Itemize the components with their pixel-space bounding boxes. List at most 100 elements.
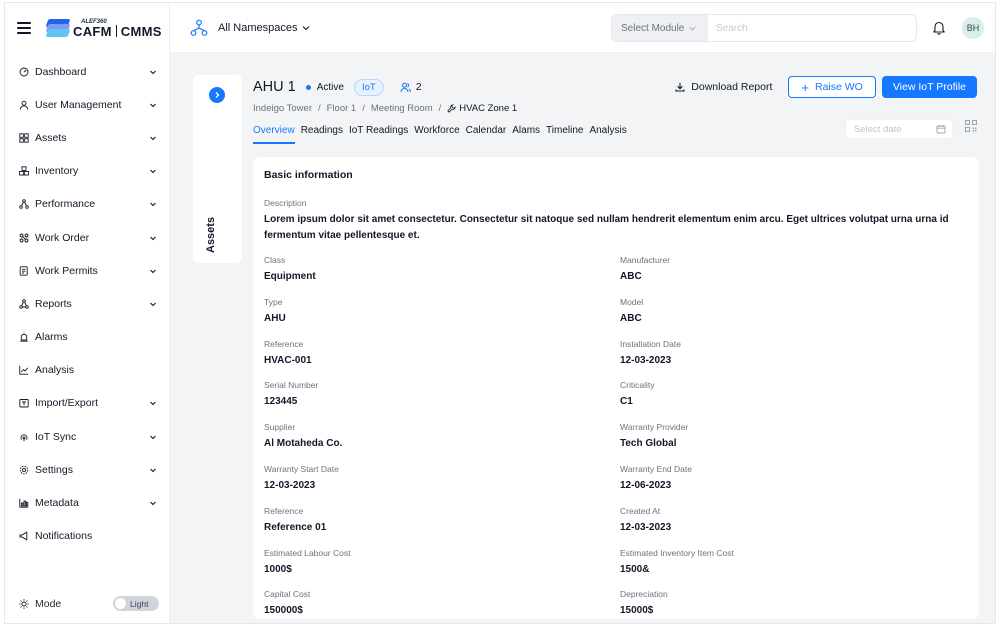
tab-iot-readings[interactable]: IoT Readings [349, 125, 408, 142]
field-value: ABC [620, 312, 642, 324]
field-label: Type [264, 296, 283, 307]
wrench-icon [447, 103, 456, 113]
download-report-button[interactable]: Download Report [675, 81, 772, 93]
module-select[interactable]: Select Module [612, 15, 708, 41]
sidebar-item-work-order[interactable]: Work Order [5, 221, 169, 254]
field-value: AHU [264, 312, 286, 324]
field-label: Manufacturer [620, 255, 671, 265]
sidebar-item-work-permits[interactable]: Work Permits [5, 254, 169, 287]
field-label: Installation Date [620, 338, 681, 349]
chevron-down-icon [150, 435, 156, 439]
raise-wo-button[interactable]: + Raise WO [788, 76, 876, 98]
sidebar-item-reports[interactable]: Reports [5, 287, 169, 320]
sidebar-item-label: Alarms [35, 331, 68, 344]
chevron-down-icon [150, 302, 156, 307]
app-logo: ALEF360 CAFM CMMS [45, 19, 162, 39]
sidebar-item-settings[interactable]: Settings [5, 453, 169, 486]
field-installation-date: Installation Date 12-03-2023 [620, 339, 950, 366]
breadcrumb-item[interactable]: Indeigo Tower [253, 103, 312, 114]
field-value: 1000$ [264, 563, 292, 575]
sidebar-item-assets[interactable]: Assets [5, 121, 169, 154]
iot-sync-icon [19, 432, 29, 442]
tab-calendar[interactable]: Calendar [466, 125, 507, 142]
sidebar-item-dashboard[interactable]: Dashboard [5, 55, 169, 88]
sidebar-item-performance[interactable]: Performance [5, 188, 169, 221]
field-class: Class Equipment [264, 255, 594, 282]
sidebar-item-user-management[interactable]: User Management [5, 88, 169, 121]
chevron-down-icon [150, 402, 156, 406]
sidebar-item-iot-sync[interactable]: IoT Sync [5, 420, 169, 453]
notifications-icon [19, 531, 29, 541]
field-value: 123445 [264, 396, 298, 408]
field-value: Tech Global [620, 438, 677, 450]
plus-icon: + [801, 79, 809, 95]
assigned-users-badge[interactable]: 2 [393, 79, 428, 95]
field-value: Al Motaheda Co. [264, 438, 343, 450]
field-label: Warranty Provider [620, 422, 689, 433]
field-reference: Reference HVAC-001 [264, 339, 594, 366]
sidebar-item-notifications[interactable]: Notifications [5, 520, 169, 553]
sidebar-item-metadata[interactable]: Metadata [5, 486, 169, 519]
toggle-knob [115, 598, 126, 609]
theme-toggle[interactable]: Light [113, 596, 159, 611]
sidebar-item-label: Dashboard [35, 65, 87, 78]
field-label: Warranty Start Date [264, 464, 339, 474]
asset-detail: AHU 1 Active IoT 2 Download Report + Rai… [253, 75, 979, 623]
asset-tabs: Overview Readings IoT Readings Workforce Cal… [253, 119, 977, 149]
user-icon [19, 100, 29, 110]
view-iot-profile-button[interactable]: View IoT Profile [881, 76, 977, 98]
field-value: 15000$ [620, 605, 654, 617]
sidebar-item-analysis[interactable]: Analysis [5, 354, 169, 387]
field-label: Criticality [620, 380, 655, 391]
description-label: Description [264, 198, 307, 208]
breadcrumb-separator: / [438, 102, 442, 114]
tab-readings[interactable]: Readings [301, 125, 343, 142]
expand-panel-button[interactable] [209, 87, 225, 103]
settings-icon [19, 465, 29, 475]
module-select-label: Select Module [621, 22, 685, 34]
description-value: Lorem ipsum dolor sit amet consectetur. … [264, 214, 949, 241]
sidebar-item-label: IoT Sync [35, 430, 77, 443]
tab-alams[interactable]: Alams [512, 125, 540, 142]
dashboard-icon [19, 67, 29, 77]
collapsed-assets-panel: Assets [193, 75, 242, 263]
tab-analysis[interactable]: Analysis [589, 125, 626, 142]
namespace-selector[interactable]: All Namespaces [190, 19, 320, 37]
sidebar-nav: Dashboard User Management Assets Inventory P… [5, 53, 169, 553]
inventory-icon [19, 166, 29, 176]
search-input[interactable] [708, 15, 916, 41]
work-order-icon [19, 233, 29, 243]
field-label: Estimated Labour Cost [264, 547, 351, 558]
field-value: C1 [620, 396, 633, 408]
field-supplier: Supplier Al Motaheda Co. [264, 422, 594, 449]
field-label: Reference [264, 505, 304, 516]
qr-code-icon[interactable] [965, 120, 977, 132]
field-estimated-inventory-item-cost: Estimated Inventory Item Cost 1500& [620, 548, 950, 575]
field-reference: Reference Reference 01 [264, 506, 594, 533]
date-picker[interactable]: Select date [845, 119, 953, 139]
download-report-label: Download Report [691, 81, 773, 93]
logo-cafm: CAFM [73, 23, 112, 39]
asset-title: AHU 1 [253, 79, 296, 95]
chevron-down-icon [150, 202, 156, 207]
breadcrumb-item[interactable]: Meeting Room [371, 103, 433, 114]
tab-overview[interactable]: Overview [253, 125, 295, 144]
app-window: ALEF360 CAFM CMMS Dashboard User Manageme… [4, 2, 996, 624]
sidebar-item-import-export[interactable]: Import/Export [5, 387, 169, 420]
tab-timeline[interactable]: Timeline [546, 125, 583, 142]
sidebar-item-alarms[interactable]: Alarms [5, 321, 169, 354]
bell-icon[interactable] [932, 20, 946, 35]
import-export-icon [19, 398, 29, 408]
assets-icon [19, 133, 29, 143]
hamburger-menu-icon[interactable] [17, 22, 31, 34]
breadcrumb: Indeigo Tower / Floor 1 / Meeting Room / HVAC … [253, 101, 977, 115]
iot-badge: IoT [353, 78, 384, 96]
sidebar-item-inventory[interactable]: Inventory [5, 155, 169, 188]
field-label: Supplier [264, 422, 296, 433]
reports-icon [19, 299, 29, 309]
chevron-down-icon [689, 26, 696, 30]
tab-workforce[interactable]: Workforce [414, 125, 459, 142]
sidebar-item-label: Notifications [35, 530, 93, 543]
breadcrumb-item[interactable]: Floor 1 [327, 103, 357, 114]
user-avatar[interactable]: BH [962, 17, 984, 39]
